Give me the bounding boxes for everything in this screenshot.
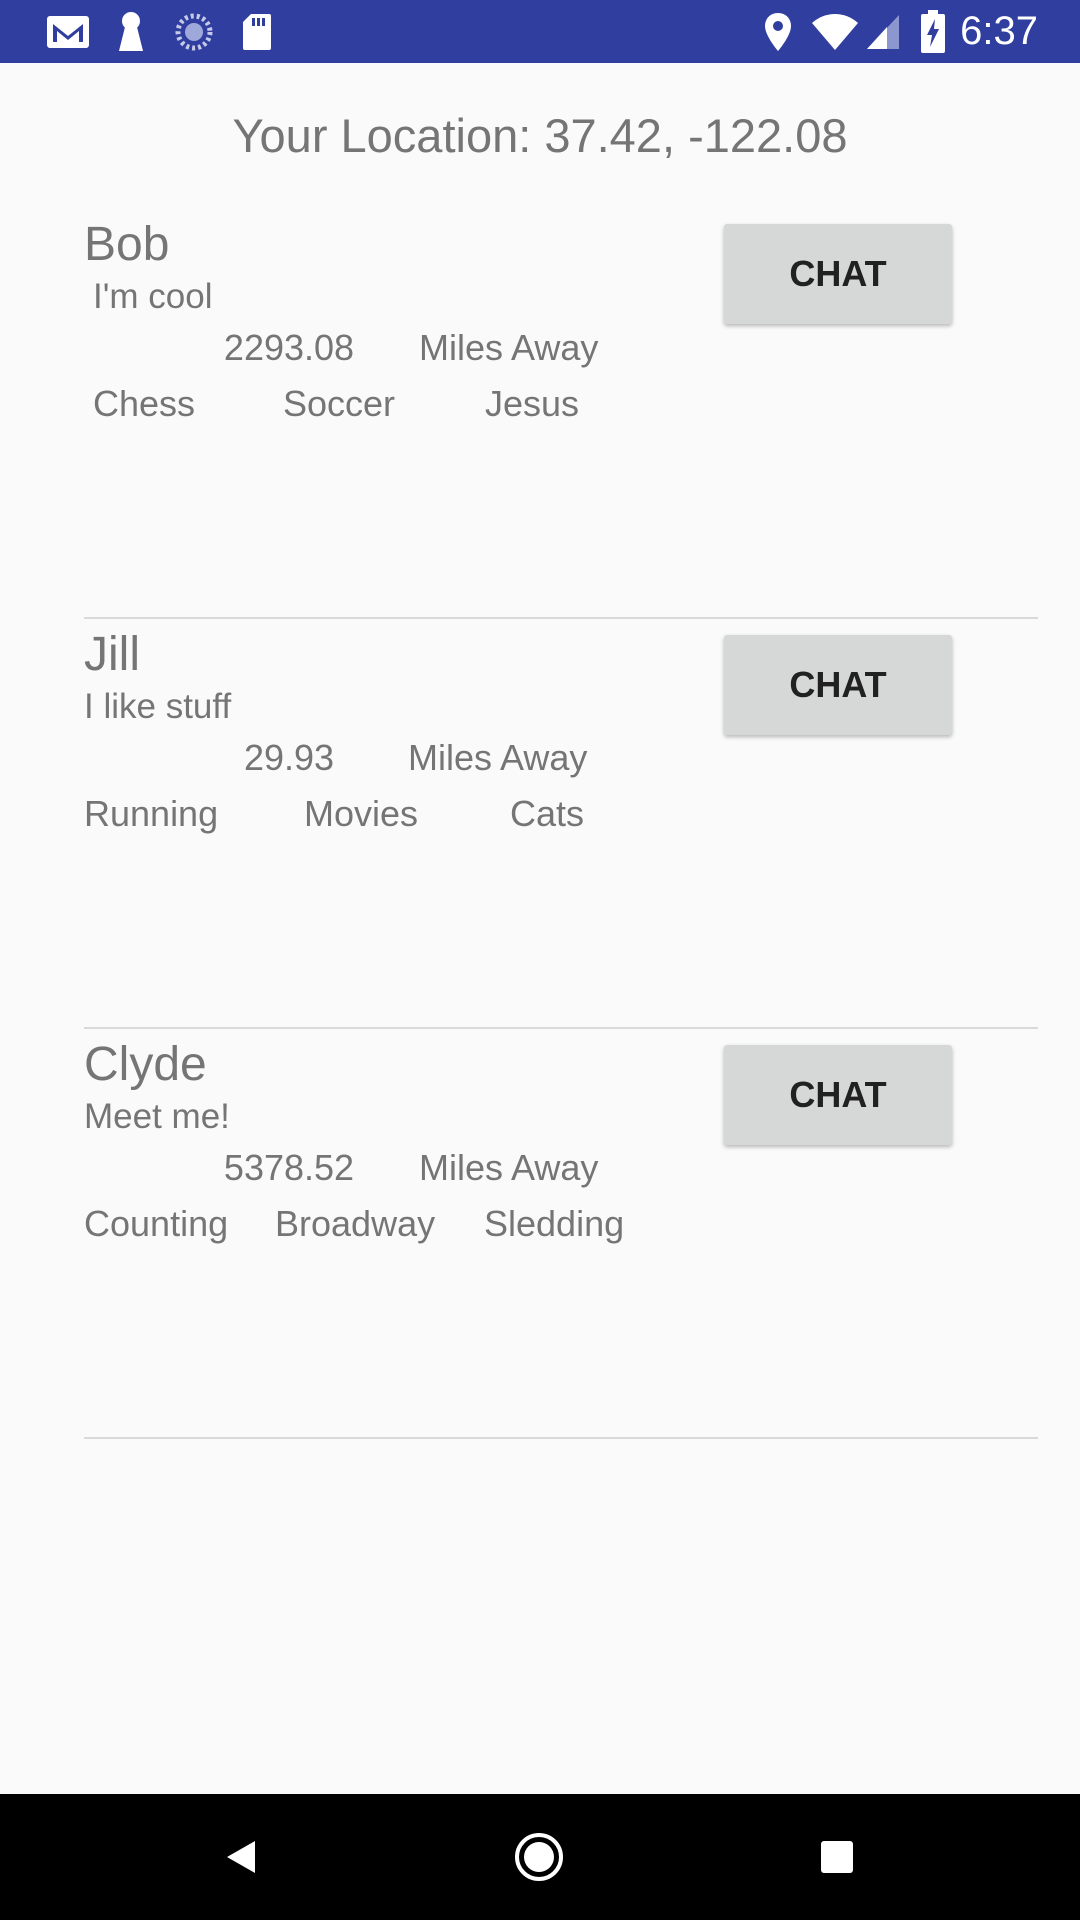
status-time: 6:37 — [960, 9, 1038, 53]
battery-charging-icon — [918, 0, 948, 63]
distance-value: 29.93 — [243, 737, 335, 778]
chat-button-jill[interactable]: CHAT — [724, 635, 952, 735]
row-divider — [84, 1437, 1038, 1439]
distance-unit: Miles Away — [408, 737, 588, 778]
navigation-bar — [0, 1794, 1080, 1920]
chat-button-clyde[interactable]: CHAT — [724, 1045, 952, 1145]
status-bar: 6:37 — [0, 0, 1080, 63]
interest-item: Soccer — [283, 383, 396, 424]
signal-icon — [864, 0, 902, 63]
user-distance: 2293.08 Miles Away — [84, 326, 616, 370]
location-pin-icon — [762, 0, 794, 63]
your-location-label: Your Location: 37.42, -122.08 — [232, 109, 848, 162]
recents-icon[interactable] — [802, 1794, 872, 1920]
interest-item: Movies — [304, 793, 419, 834]
interest-item: Chess — [93, 383, 196, 424]
user-interests: Counting Broadway Sledding — [84, 1202, 684, 1246]
user-distance: 5378.52 Miles Away — [84, 1146, 616, 1190]
user-name: Bob — [84, 218, 170, 271]
user-interests: Chess Soccer Jesus — [84, 382, 684, 426]
interest-item: Counting — [84, 1203, 229, 1244]
distance-unit: Miles Away — [419, 1147, 599, 1188]
wifi-icon — [810, 0, 860, 63]
row-divider — [84, 617, 1038, 619]
distance-unit: Miles Away — [419, 327, 599, 368]
chat-button-bob[interactable]: CHAT — [724, 224, 952, 324]
user-interests: Running Movies Cats — [84, 792, 684, 836]
user-name: Clyde — [84, 1038, 207, 1091]
user-status: I'm cool — [93, 277, 213, 316]
interest-item: Sledding — [484, 1203, 625, 1244]
interest-item: Broadway — [275, 1203, 436, 1244]
home-icon[interactable] — [504, 1794, 574, 1920]
user-row-clyde: Clyde Meet me! 5378.52 Miles Away Counti… — [84, 1037, 1038, 1447]
user-status: I like stuff — [84, 687, 232, 726]
user-row-bob: Bob I'm cool 2293.08 Miles Away Chess So… — [84, 217, 1038, 627]
interest-item: Jesus — [485, 383, 580, 424]
user-status: Meet me! — [84, 1097, 230, 1136]
sync-icon — [174, 0, 214, 63]
gmail-icon — [44, 0, 92, 63]
row-divider — [84, 1027, 1038, 1029]
user-distance: 29.93 Miles Away — [84, 736, 616, 780]
user-name: Jill — [84, 628, 140, 681]
distance-value: 5378.52 — [223, 1147, 355, 1188]
keyhole-icon — [116, 0, 146, 63]
sd-card-icon — [240, 0, 274, 63]
user-row-jill: Jill I like stuff 29.93 Miles Away Runni… — [84, 627, 1038, 1037]
interest-item: Cats — [510, 793, 585, 834]
back-icon[interactable] — [206, 1794, 276, 1920]
distance-value: 2293.08 — [223, 327, 355, 368]
interest-item: Running — [84, 793, 219, 834]
